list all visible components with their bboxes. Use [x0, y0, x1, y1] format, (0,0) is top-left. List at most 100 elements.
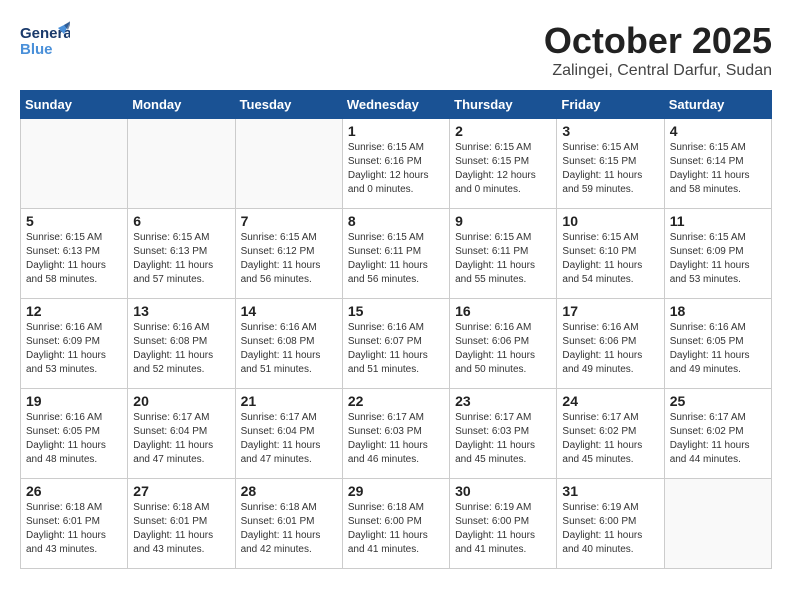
calendar-week-row: 5 Sunrise: 6:15 AM Sunset: 6:13 PM Daylig…	[21, 209, 772, 299]
day-number: 7	[241, 213, 337, 229]
day-number: 4	[670, 123, 766, 139]
day-number: 26	[26, 483, 122, 499]
logo-icon: General Blue	[20, 20, 70, 67]
calendar-cell: 24 Sunrise: 6:17 AM Sunset: 6:02 PM Dayli…	[557, 389, 664, 479]
calendar-cell: 7 Sunrise: 6:15 AM Sunset: 6:12 PM Daylig…	[235, 209, 342, 299]
day-info: Sunrise: 6:15 AM Sunset: 6:09 PM Dayligh…	[670, 231, 766, 287]
day-info: Sunrise: 6:16 AM Sunset: 6:07 PM Dayligh…	[348, 321, 444, 377]
day-number: 22	[348, 393, 444, 409]
day-number: 19	[26, 393, 122, 409]
calendar-cell: 15 Sunrise: 6:16 AM Sunset: 6:07 PM Dayli…	[342, 299, 449, 389]
day-info: Sunrise: 6:15 AM Sunset: 6:12 PM Dayligh…	[241, 231, 337, 287]
column-header-friday: Friday	[557, 91, 664, 119]
day-number: 8	[348, 213, 444, 229]
day-info: Sunrise: 6:15 AM Sunset: 6:11 PM Dayligh…	[348, 231, 444, 287]
day-number: 12	[26, 303, 122, 319]
day-info: Sunrise: 6:15 AM Sunset: 6:13 PM Dayligh…	[26, 231, 122, 287]
day-info: Sunrise: 6:16 AM Sunset: 6:05 PM Dayligh…	[26, 411, 122, 467]
column-header-saturday: Saturday	[664, 91, 771, 119]
calendar-cell: 16 Sunrise: 6:16 AM Sunset: 6:06 PM Dayli…	[450, 299, 557, 389]
day-number: 6	[133, 213, 229, 229]
day-info: Sunrise: 6:17 AM Sunset: 6:04 PM Dayligh…	[241, 411, 337, 467]
day-info: Sunrise: 6:15 AM Sunset: 6:14 PM Dayligh…	[670, 141, 766, 197]
calendar-cell: 13Sunrise: 6:16 AM Sunset: 6:08 PM Dayli…	[128, 299, 235, 389]
calendar-cell: 11 Sunrise: 6:15 AM Sunset: 6:09 PM Dayli…	[664, 209, 771, 299]
column-header-monday: Monday	[128, 91, 235, 119]
day-info: Sunrise: 6:17 AM Sunset: 6:02 PM Dayligh…	[562, 411, 658, 467]
day-info: Sunrise: 6:16 AM Sunset: 6:06 PM Dayligh…	[455, 321, 551, 377]
calendar-cell: 9Sunrise: 6:15 AM Sunset: 6:11 PM Daylig…	[450, 209, 557, 299]
day-info: Sunrise: 6:18 AM Sunset: 6:00 PM Dayligh…	[348, 501, 444, 557]
day-info: Sunrise: 6:16 AM Sunset: 6:08 PM Dayligh…	[241, 321, 337, 377]
day-info: Sunrise: 6:19 AM Sunset: 6:00 PM Dayligh…	[455, 501, 551, 557]
day-number: 29	[348, 483, 444, 499]
title-block: October 2025 Zalingei, Central Darfur, S…	[544, 20, 772, 80]
calendar-cell: 8 Sunrise: 6:15 AM Sunset: 6:11 PM Daylig…	[342, 209, 449, 299]
column-header-sunday: Sunday	[21, 91, 128, 119]
day-info: Sunrise: 6:15 AM Sunset: 6:15 PM Dayligh…	[455, 141, 551, 197]
calendar-cell: 26 Sunrise: 6:18 AM Sunset: 6:01 PM Dayli…	[21, 479, 128, 569]
calendar-cell: 19 Sunrise: 6:16 AM Sunset: 6:05 PM Dayli…	[21, 389, 128, 479]
day-info: Sunrise: 6:17 AM Sunset: 6:02 PM Dayligh…	[670, 411, 766, 467]
day-info: Sunrise: 6:18 AM Sunset: 6:01 PM Dayligh…	[133, 501, 229, 557]
calendar-cell: 12 Sunrise: 6:16 AM Sunset: 6:09 PM Dayli…	[21, 299, 128, 389]
calendar-cell	[235, 119, 342, 209]
calendar-cell: 4 Sunrise: 6:15 AM Sunset: 6:14 PM Daylig…	[664, 119, 771, 209]
day-info: Sunrise: 6:19 AM Sunset: 6:00 PM Dayligh…	[562, 501, 658, 557]
page-header: General Blue October 2025 Zalingei, Cent…	[20, 20, 772, 80]
day-number: 11	[670, 213, 766, 229]
day-info: Sunrise: 6:15 AM Sunset: 6:11 PM Dayligh…	[455, 231, 551, 287]
calendar-cell	[664, 479, 771, 569]
calendar-cell: 2 Sunrise: 6:15 AM Sunset: 6:15 PM Daylig…	[450, 119, 557, 209]
calendar-cell: 31 Sunrise: 6:19 AM Sunset: 6:00 PM Dayli…	[557, 479, 664, 569]
day-number: 3	[562, 123, 658, 139]
calendar-cell	[21, 119, 128, 209]
day-number: 18	[670, 303, 766, 319]
day-number: 27	[133, 483, 229, 499]
calendar-week-row: 12 Sunrise: 6:16 AM Sunset: 6:09 PM Dayli…	[21, 299, 772, 389]
day-number: 1	[348, 123, 444, 139]
location-subtitle: Zalingei, Central Darfur, Sudan	[544, 62, 772, 80]
day-number: 21	[241, 393, 337, 409]
day-number: 20	[133, 393, 229, 409]
calendar-header-row: SundayMondayTuesdayWednesdayThursdayFrid…	[21, 91, 772, 119]
day-number: 14	[241, 303, 337, 319]
day-info: Sunrise: 6:18 AM Sunset: 6:01 PM Dayligh…	[241, 501, 337, 557]
day-info: Sunrise: 6:18 AM Sunset: 6:01 PM Dayligh…	[26, 501, 122, 557]
day-number: 17	[562, 303, 658, 319]
calendar-week-row: 26 Sunrise: 6:18 AM Sunset: 6:01 PM Dayli…	[21, 479, 772, 569]
calendar-cell: 18 Sunrise: 6:16 AM Sunset: 6:05 PM Dayli…	[664, 299, 771, 389]
calendar-cell: 29 Sunrise: 6:18 AM Sunset: 6:00 PM Dayli…	[342, 479, 449, 569]
calendar-cell: 3 Sunrise: 6:15 AM Sunset: 6:15 PM Daylig…	[557, 119, 664, 209]
month-title: October 2025	[544, 20, 772, 62]
day-number: 5	[26, 213, 122, 229]
calendar-cell: 21 Sunrise: 6:17 AM Sunset: 6:04 PM Dayli…	[235, 389, 342, 479]
calendar-cell: 10Sunrise: 6:15 AM Sunset: 6:10 PM Dayli…	[557, 209, 664, 299]
day-number: 28	[241, 483, 337, 499]
calendar-cell: 20 Sunrise: 6:17 AM Sunset: 6:04 PM Dayli…	[128, 389, 235, 479]
day-info: Sunrise: 6:17 AM Sunset: 6:03 PM Dayligh…	[348, 411, 444, 467]
day-info: Sunrise: 6:17 AM Sunset: 6:04 PM Dayligh…	[133, 411, 229, 467]
calendar-cell: 25Sunrise: 6:17 AM Sunset: 6:02 PM Dayli…	[664, 389, 771, 479]
day-info: Sunrise: 6:15 AM Sunset: 6:10 PM Dayligh…	[562, 231, 658, 287]
column-header-wednesday: Wednesday	[342, 91, 449, 119]
day-number: 31	[562, 483, 658, 499]
day-number: 16	[455, 303, 551, 319]
logo: General Blue	[20, 20, 70, 67]
calendar-table: SundayMondayTuesdayWednesdayThursdayFrid…	[20, 90, 772, 569]
calendar-week-row: 19 Sunrise: 6:16 AM Sunset: 6:05 PM Dayli…	[21, 389, 772, 479]
day-number: 15	[348, 303, 444, 319]
calendar-cell: 14 Sunrise: 6:16 AM Sunset: 6:08 PM Dayli…	[235, 299, 342, 389]
day-number: 2	[455, 123, 551, 139]
day-number: 24	[562, 393, 658, 409]
calendar-cell: 27 Sunrise: 6:18 AM Sunset: 6:01 PM Dayli…	[128, 479, 235, 569]
day-info: Sunrise: 6:16 AM Sunset: 6:09 PM Dayligh…	[26, 321, 122, 377]
day-info: Sunrise: 6:16 AM Sunset: 6:05 PM Dayligh…	[670, 321, 766, 377]
day-info: Sunrise: 6:15 AM Sunset: 6:13 PM Dayligh…	[133, 231, 229, 287]
day-number: 30	[455, 483, 551, 499]
calendar-cell: 28 Sunrise: 6:18 AM Sunset: 6:01 PM Dayli…	[235, 479, 342, 569]
calendar-cell: 17Sunrise: 6:16 AM Sunset: 6:06 PM Dayli…	[557, 299, 664, 389]
day-info: Sunrise: 6:15 AM Sunset: 6:15 PM Dayligh…	[562, 141, 658, 197]
svg-text:Blue: Blue	[20, 41, 53, 58]
column-header-tuesday: Tuesday	[235, 91, 342, 119]
